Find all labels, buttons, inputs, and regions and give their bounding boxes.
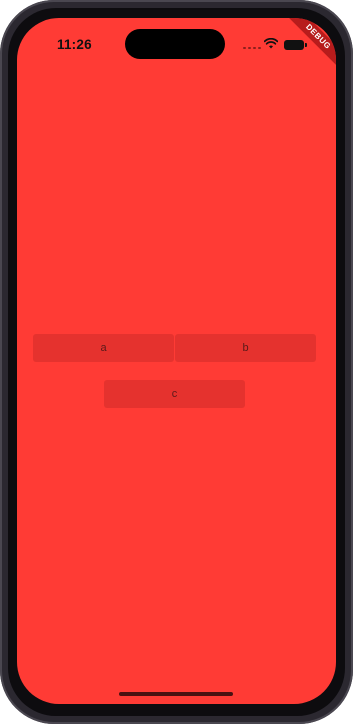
status-time: 11:26 xyxy=(57,37,92,52)
button-c[interactable]: c xyxy=(104,380,245,408)
app-screen: 11:26 DEBUG a b c xyxy=(17,18,336,704)
dynamic-island xyxy=(125,29,225,59)
button-b[interactable]: b xyxy=(175,334,316,362)
cellular-signal-icon xyxy=(243,47,261,49)
debug-banner: DEBUG xyxy=(276,18,336,78)
debug-banner-label: DEBUG xyxy=(284,18,336,71)
phone-frame: 11:26 DEBUG a b c xyxy=(0,0,353,724)
button-a[interactable]: a xyxy=(33,334,174,362)
home-indicator[interactable] xyxy=(119,692,233,696)
